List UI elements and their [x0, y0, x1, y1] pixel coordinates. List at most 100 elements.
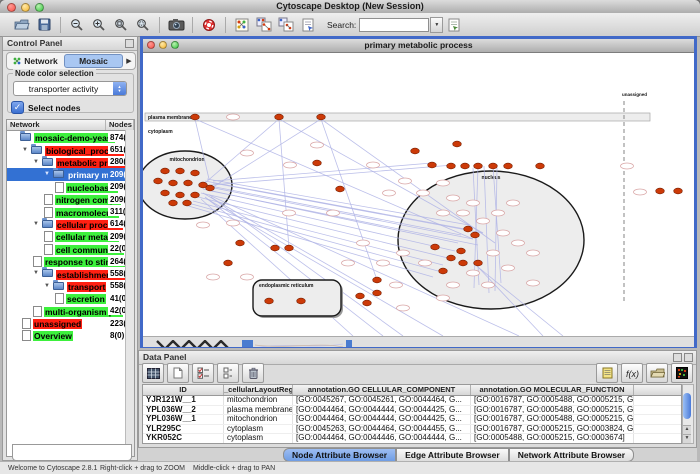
- gene-node[interactable]: [419, 260, 432, 266]
- gene-node[interactable]: [527, 280, 540, 286]
- search-dropdown-button[interactable]: ▼: [430, 17, 443, 33]
- tree-column-nodes[interactable]: Nodes: [106, 120, 134, 130]
- selected-gene-node[interactable]: [674, 188, 683, 194]
- zoom-fit-button[interactable]: [111, 15, 131, 35]
- gene-node[interactable]: [311, 142, 324, 148]
- selected-gene-node[interactable]: [275, 114, 284, 120]
- import-attributes-button[interactable]: [276, 15, 296, 35]
- tree-expander-icon[interactable]: ▼: [22, 147, 31, 153]
- network-tree-row[interactable]: ▼metabolic process280(0): [7, 156, 134, 168]
- selected-gene-node[interactable]: [489, 163, 498, 169]
- gene-node[interactable]: [207, 274, 220, 280]
- selected-gene-node[interactable]: [176, 168, 185, 174]
- gene-node[interactable]: [447, 195, 460, 201]
- selected-gene-node[interactable]: [183, 200, 192, 206]
- gene-node[interactable]: [390, 282, 403, 288]
- network-tree-row[interactable]: response to stimulu264(0): [7, 255, 134, 267]
- tab-network[interactable]: Network: [7, 54, 64, 68]
- network-tree-row[interactable]: nitrogen compo209(0): [7, 193, 134, 205]
- tab-mosaic[interactable]: Mosaic: [64, 54, 123, 68]
- selected-gene-node[interactable]: [461, 163, 470, 169]
- selected-gene-node[interactable]: [236, 240, 245, 246]
- create-network-view-button[interactable]: [232, 15, 252, 35]
- zoom-in-button[interactable]: [89, 15, 109, 35]
- selected-gene-node[interactable]: [373, 290, 382, 296]
- gene-node[interactable]: [437, 295, 450, 301]
- attribute-row[interactable]: YPL036W__2plasma membrane[GO:0044464, GO…: [143, 406, 681, 416]
- float-panel-icon[interactable]: [125, 39, 134, 48]
- selected-gene-node[interactable]: [336, 186, 345, 192]
- attribute-table-button[interactable]: [142, 363, 164, 383]
- selected-gene-node[interactable]: [313, 160, 322, 166]
- annotation-button[interactable]: [298, 15, 318, 35]
- gene-node[interactable]: [377, 260, 390, 266]
- select-nodes-checkbox[interactable]: ✓: [11, 101, 24, 114]
- network-canvas[interactable]: plasma membranecytoplasmmitochondrionnuc…: [143, 53, 694, 336]
- network-view-titlebar[interactable]: primary metabolic process: [143, 39, 694, 53]
- save-session-button[interactable]: [34, 15, 54, 35]
- tree-expander-icon[interactable]: ▼: [33, 270, 42, 276]
- network-tree-row[interactable]: secretion41(0): [7, 292, 134, 304]
- selected-gene-node[interactable]: [464, 226, 473, 232]
- gene-node[interactable]: [437, 180, 450, 186]
- gene-node[interactable]: [227, 220, 240, 226]
- network-tree-row[interactable]: multi-organism pro42(0): [7, 304, 134, 316]
- column-header[interactable]: _cellularLayoutRegion: [224, 385, 293, 395]
- gene-node[interactable]: [467, 200, 480, 206]
- network-tree-row[interactable]: cellular metabo209(0): [7, 230, 134, 242]
- selected-gene-node[interactable]: [459, 260, 468, 266]
- gene-node[interactable]: [227, 114, 240, 120]
- selected-gene-node[interactable]: [504, 163, 513, 169]
- selected-gene-node[interactable]: [265, 298, 274, 304]
- network-tree-row[interactable]: nucleobase-209(0): [7, 181, 134, 193]
- gene-node[interactable]: [487, 250, 500, 256]
- selected-gene-node[interactable]: [191, 170, 200, 176]
- selected-gene-node[interactable]: [317, 114, 326, 120]
- selected-gene-node[interactable]: [206, 185, 215, 191]
- scroll-up-button[interactable]: ▲: [683, 425, 691, 434]
- gene-node[interactable]: [477, 218, 490, 224]
- help-button[interactable]: [199, 15, 219, 35]
- formula-button[interactable]: f(x): [621, 363, 643, 383]
- network-tree-row[interactable]: ▼biological_process651(0): [7, 143, 134, 155]
- selected-gene-node[interactable]: [285, 245, 294, 251]
- network-tree-row[interactable]: ▼primary metabo209(...: [7, 168, 134, 180]
- gene-node[interactable]: [241, 274, 254, 280]
- selected-gene-node[interactable]: [191, 192, 200, 198]
- network-tree-row[interactable]: macromolecule311(0): [7, 205, 134, 217]
- selected-gene-node[interactable]: [474, 260, 483, 266]
- tree-expander-icon[interactable]: ▼: [33, 159, 42, 165]
- gene-node[interactable]: [457, 210, 470, 216]
- float-panel-icon[interactable]: [673, 353, 682, 362]
- unselect-attributes-button[interactable]: [217, 363, 239, 383]
- new-attribute-button[interactable]: [167, 363, 189, 383]
- snapshot-button[interactable]: [166, 15, 186, 35]
- attribute-row[interactable]: YLR295Ccytoplasm[GO:0045263, GO:0044464,…: [143, 425, 681, 435]
- gene-node[interactable]: [397, 305, 410, 311]
- tree-expander-icon[interactable]: ▼: [44, 171, 53, 177]
- search-input[interactable]: [359, 18, 429, 32]
- network-tree-row[interactable]: cell communicat22(0): [7, 243, 134, 255]
- gene-node[interactable]: [507, 200, 520, 206]
- selected-gene-node[interactable]: [373, 277, 382, 283]
- network-tree-row[interactable]: mosaic-demo-yeast874(0): [7, 131, 134, 143]
- notes-button[interactable]: [596, 363, 618, 383]
- tab-network-attribute-browser[interactable]: Network Attribute Browser: [509, 448, 634, 462]
- selected-gene-node[interactable]: [457, 248, 466, 254]
- attribute-row[interactable]: YPL036W__1mitochondrion[GO:0044464, GO:0…: [143, 415, 681, 425]
- selected-gene-node[interactable]: [536, 163, 545, 169]
- gene-node[interactable]: [327, 210, 340, 216]
- gene-node[interactable]: [621, 163, 634, 169]
- close-panel-icon[interactable]: [684, 353, 693, 362]
- selected-gene-node[interactable]: [431, 244, 440, 250]
- heatmap-button[interactable]: [671, 363, 693, 383]
- selected-gene-node[interactable]: [184, 180, 193, 186]
- gene-node[interactable]: [497, 230, 510, 236]
- selected-gene-node[interactable]: [154, 178, 163, 184]
- gene-node[interactable]: [241, 150, 254, 156]
- selected-gene-node[interactable]: [176, 192, 185, 198]
- gene-node[interactable]: [634, 189, 647, 195]
- gene-node[interactable]: [197, 222, 210, 228]
- selected-gene-node[interactable]: [297, 298, 306, 304]
- gene-node[interactable]: [482, 282, 495, 288]
